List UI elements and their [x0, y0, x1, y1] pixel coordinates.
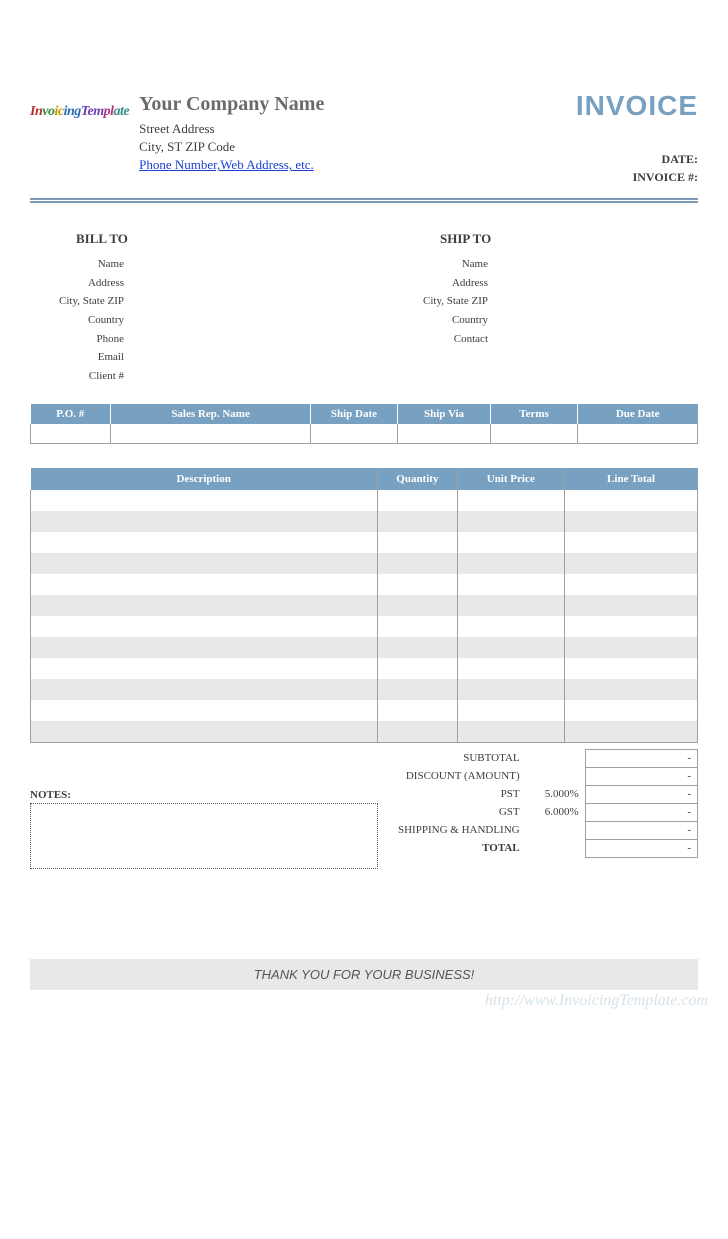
ship-to-section: SHIP TO Name Address City, State ZIP Cou… — [394, 231, 698, 386]
company-contact-link[interactable]: Phone Number,Web Address, etc. — [139, 157, 314, 172]
meta-header-terms: Terms — [491, 404, 578, 424]
bill-to-field: City, State ZIP — [30, 292, 124, 311]
item-row — [31, 658, 698, 679]
invoice-no-label: INVOICE #: — [576, 168, 698, 186]
gst-label: GST — [392, 803, 526, 821]
bill-to-field: Client # — [30, 367, 124, 386]
meta-header-po: P.O. # — [31, 404, 111, 424]
header-divider — [30, 198, 698, 203]
bill-to-field: Phone — [30, 330, 124, 349]
meta-row — [31, 424, 698, 444]
bill-to-field: Name — [30, 255, 124, 274]
bill-to-field: Address — [30, 274, 124, 293]
meta-table: P.O. # Sales Rep. Name Ship Date Ship Vi… — [30, 404, 698, 445]
total-label: TOTAL — [392, 839, 526, 857]
bill-to-field: Email — [30, 348, 124, 367]
meta-header-duedate: Due Date — [577, 404, 697, 424]
subtotal-label: SUBTOTAL — [392, 749, 526, 767]
notes-label: NOTES: — [30, 789, 378, 801]
ship-to-field: Name — [394, 255, 488, 274]
meta-header-salesrep: Sales Rep. Name — [111, 404, 311, 424]
discount-value: - — [585, 767, 697, 785]
items-header-quantity: Quantity — [377, 468, 457, 490]
company-street: Street Address — [139, 120, 324, 138]
item-row — [31, 490, 698, 511]
totals-table: SUBTOTAL - DISCOUNT (AMOUNT) - PST 5.000… — [392, 749, 698, 858]
pst-rate: 5.000% — [526, 785, 586, 803]
company-city: City, ST ZIP Code — [139, 138, 324, 156]
item-row — [31, 595, 698, 616]
gst-rate: 6.000% — [526, 803, 586, 821]
item-row — [31, 532, 698, 553]
gst-value: - — [585, 803, 697, 821]
item-row — [31, 553, 698, 574]
item-row — [31, 679, 698, 700]
watermark: http://www.InvoicingTemplate.com — [485, 992, 708, 1010]
item-row — [31, 511, 698, 532]
meta-header-shipvia: Ship Via — [397, 404, 490, 424]
ship-to-field: Country — [394, 311, 488, 330]
shipping-label: SHIPPING & HANDLING — [392, 821, 526, 839]
pst-value: - — [585, 785, 697, 803]
total-value: - — [585, 839, 697, 857]
logo: InvoicingTemplate — [30, 104, 129, 175]
items-header-description: Description — [31, 468, 378, 490]
shipping-value: - — [585, 821, 697, 839]
thank-you-banner: THANK YOU FOR YOUR BUSINESS! — [30, 959, 698, 990]
date-label: DATE: — [576, 150, 698, 168]
item-row — [31, 616, 698, 637]
bill-to-section: BILL TO Name Address City, State ZIP Cou… — [30, 231, 334, 386]
ship-to-field: Address — [394, 274, 488, 293]
company-name: Your Company Name — [139, 90, 324, 118]
items-table: Description Quantity Unit Price Line Tot… — [30, 468, 698, 743]
ship-to-title: SHIP TO — [394, 231, 698, 247]
ship-to-field: City, State ZIP — [394, 292, 488, 311]
item-row — [31, 637, 698, 658]
pst-label: PST — [392, 785, 526, 803]
bill-to-title: BILL TO — [30, 231, 334, 247]
invoice-title: INVOICE — [576, 90, 698, 122]
meta-header-shipdate: Ship Date — [311, 404, 398, 424]
subtotal-value: - — [585, 749, 697, 767]
notes-box[interactable] — [30, 803, 378, 869]
item-row — [31, 574, 698, 595]
bill-to-field: Country — [30, 311, 124, 330]
items-header-linetotal: Line Total — [564, 468, 697, 490]
items-header-unitprice: Unit Price — [457, 468, 564, 490]
header: InvoicingTemplate Your Company Name Stre… — [30, 90, 698, 186]
ship-to-field: Contact — [394, 330, 488, 349]
item-row — [31, 721, 698, 742]
discount-label: DISCOUNT (AMOUNT) — [392, 767, 526, 785]
item-row — [31, 700, 698, 721]
